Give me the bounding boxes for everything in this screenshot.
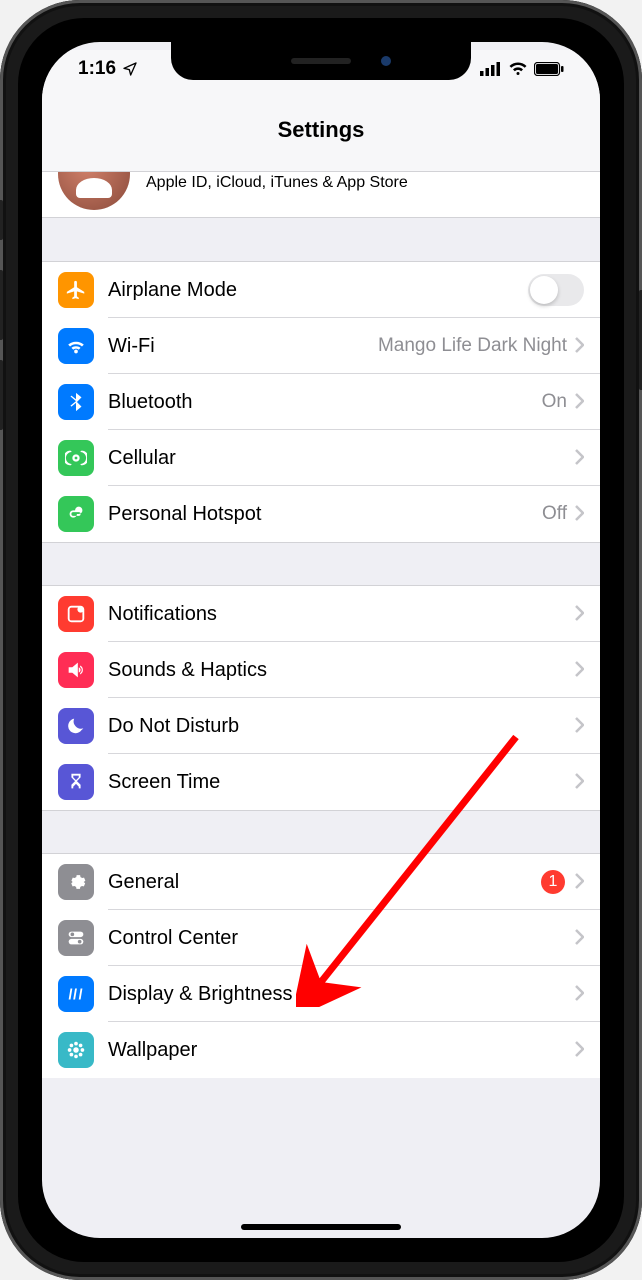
- chevron-right-icon: [575, 1037, 584, 1063]
- row-control-center[interactable]: Control Center: [42, 910, 600, 966]
- row-label: Cellular: [108, 447, 575, 470]
- wallpaper-icon: [58, 1032, 94, 1068]
- notifications-icon: [58, 596, 94, 632]
- chevron-right-icon: [575, 869, 584, 895]
- badge-count: 1: [541, 870, 565, 894]
- row-label: Wi-Fi: [108, 335, 378, 358]
- page-title: Settings: [278, 117, 365, 143]
- chevron-right-icon: [575, 657, 584, 683]
- airplane-toggle[interactable]: [528, 274, 584, 306]
- chevron-right-icon: [575, 501, 584, 527]
- apple-id-subtitle: Apple ID, iCloud, iTunes & App Store: [146, 172, 408, 192]
- chevron-right-icon: [575, 445, 584, 471]
- wifi-icon: [58, 328, 94, 364]
- home-indicator[interactable]: [241, 1224, 401, 1230]
- row-display-brightness[interactable]: Display & Brightness: [42, 966, 600, 1022]
- row-value: Mango Life Dark Night: [378, 335, 567, 357]
- row-label: Bluetooth: [108, 391, 542, 414]
- chevron-right-icon: [575, 389, 584, 415]
- settings-content[interactable]: Apple ID, iCloud, iTunes & App Store Air…: [42, 172, 600, 1238]
- chevron-right-icon: [575, 333, 584, 359]
- control-center-icon: [58, 920, 94, 956]
- row-personal-hotspot[interactable]: Personal Hotspot Off: [42, 486, 600, 542]
- row-screen-time[interactable]: Screen Time: [42, 754, 600, 810]
- cellular-signal-icon: [480, 62, 502, 76]
- row-sounds-haptics[interactable]: Sounds & Haptics: [42, 642, 600, 698]
- hourglass-icon: [58, 764, 94, 800]
- row-wallpaper[interactable]: Wallpaper: [42, 1022, 600, 1078]
- airplane-icon: [58, 272, 94, 308]
- avatar: [58, 172, 130, 210]
- wifi-icon: [508, 62, 528, 76]
- moon-icon: [58, 708, 94, 744]
- row-label: Wallpaper: [108, 1039, 575, 1062]
- row-label: Do Not Disturb: [108, 715, 575, 738]
- row-label: Personal Hotspot: [108, 503, 542, 526]
- row-notifications[interactable]: Notifications: [42, 586, 600, 642]
- row-airplane-mode[interactable]: Airplane Mode: [42, 262, 600, 318]
- row-label: Notifications: [108, 603, 575, 626]
- row-label: Display & Brightness: [108, 983, 575, 1006]
- row-label: Screen Time: [108, 771, 575, 794]
- chevron-right-icon: [575, 981, 584, 1007]
- chevron-right-icon: [575, 601, 584, 627]
- row-label: Control Center: [108, 927, 575, 950]
- row-label: General: [108, 871, 541, 894]
- hotspot-icon: [58, 496, 94, 532]
- chevron-right-icon: [575, 713, 584, 739]
- battery-icon: [534, 62, 564, 76]
- row-label: Sounds & Haptics: [108, 659, 575, 682]
- bluetooth-icon: [58, 384, 94, 420]
- row-wifi[interactable]: Wi-Fi Mango Life Dark Night: [42, 318, 600, 374]
- row-bluetooth[interactable]: Bluetooth On: [42, 374, 600, 430]
- screen: 1:16 Setti: [42, 42, 600, 1238]
- row-cellular[interactable]: Cellular: [42, 430, 600, 486]
- chevron-right-icon: [575, 925, 584, 951]
- location-icon: [122, 61, 138, 77]
- sounds-icon: [58, 652, 94, 688]
- row-value: Off: [542, 503, 567, 525]
- gear-icon: [58, 864, 94, 900]
- row-value: On: [542, 391, 567, 413]
- display-icon: [58, 976, 94, 1012]
- chevron-right-icon: [575, 769, 584, 795]
- status-time: 1:16: [78, 58, 116, 80]
- notch: [171, 42, 471, 80]
- phone-bezel: 1:16 Setti: [0, 0, 642, 1280]
- row-do-not-disturb[interactable]: Do Not Disturb: [42, 698, 600, 754]
- row-general[interactable]: General 1: [42, 854, 600, 910]
- apple-id-row[interactable]: Apple ID, iCloud, iTunes & App Store: [42, 172, 600, 218]
- nav-header: Settings: [42, 88, 600, 172]
- row-label: Airplane Mode: [108, 279, 528, 302]
- cellular-icon: [58, 440, 94, 476]
